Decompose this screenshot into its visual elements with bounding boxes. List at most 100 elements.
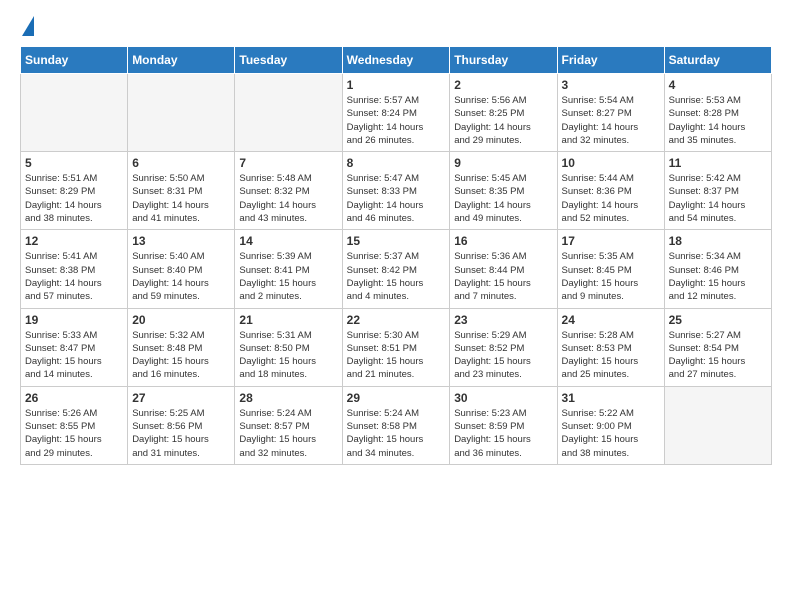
day-number: 31 [562, 391, 660, 405]
calendar-cell: 15 Sunrise: 5:37 AM Sunset: 8:42 PM Dayli… [342, 230, 450, 308]
calendar-cell: 26 Sunrise: 5:26 AM Sunset: 8:55 PM Dayli… [21, 386, 128, 464]
day-info: Sunrise: 5:27 AM Sunset: 8:54 PM Dayligh… [669, 329, 767, 382]
day-number: 20 [132, 313, 230, 327]
calendar-week-row: 26 Sunrise: 5:26 AM Sunset: 8:55 PM Dayli… [21, 386, 772, 464]
day-number: 17 [562, 234, 660, 248]
calendar-week-row: 1Sunrise: 5:57 AM Sunset: 8:24 PM Daylig… [21, 74, 772, 152]
calendar-cell: 1Sunrise: 5:57 AM Sunset: 8:24 PM Daylig… [342, 74, 450, 152]
day-number: 18 [669, 234, 767, 248]
calendar-cell: 2Sunrise: 5:56 AM Sunset: 8:25 PM Daylig… [450, 74, 557, 152]
calendar-cell: 3 Sunrise: 5:54 AM Sunset: 8:27 PM Daylig… [557, 74, 664, 152]
calendar-cell: 30 Sunrise: 5:23 AM Sunset: 8:59 PM Dayli… [450, 386, 557, 464]
calendar-cell: 25 Sunrise: 5:27 AM Sunset: 8:54 PM Dayli… [664, 308, 771, 386]
calendar-cell [128, 74, 235, 152]
calendar-header-wednesday: Wednesday [342, 47, 450, 74]
day-info: Sunrise: 5:37 AM Sunset: 8:42 PM Dayligh… [347, 250, 446, 303]
calendar-cell: 9 Sunrise: 5:45 AM Sunset: 8:35 PM Daylig… [450, 152, 557, 230]
day-info: Sunrise: 5:54 AM Sunset: 8:27 PM Dayligh… [562, 94, 660, 147]
day-info: Sunrise: 5:40 AM Sunset: 8:40 PM Dayligh… [132, 250, 230, 303]
day-number: 27 [132, 391, 230, 405]
day-info: Sunrise: 5:53 AM Sunset: 8:28 PM Dayligh… [669, 94, 767, 147]
day-number: 29 [347, 391, 446, 405]
day-number: 11 [669, 156, 767, 170]
day-info: Sunrise: 5:26 AM Sunset: 8:55 PM Dayligh… [25, 407, 123, 460]
calendar-cell [664, 386, 771, 464]
page-header [20, 20, 772, 36]
day-info: Sunrise: 5:36 AM Sunset: 8:44 PM Dayligh… [454, 250, 552, 303]
day-number: 28 [239, 391, 337, 405]
calendar-cell: 22 Sunrise: 5:30 AM Sunset: 8:51 PM Dayli… [342, 308, 450, 386]
calendar-cell: 14 Sunrise: 5:39 AM Sunset: 8:41 PM Dayli… [235, 230, 342, 308]
day-info: Sunrise: 5:48 AM Sunset: 8:32 PM Dayligh… [239, 172, 337, 225]
day-info: Sunrise: 5:42 AM Sunset: 8:37 PM Dayligh… [669, 172, 767, 225]
calendar-cell: 20 Sunrise: 5:32 AM Sunset: 8:48 PM Dayli… [128, 308, 235, 386]
day-info: Sunrise: 5:39 AM Sunset: 8:41 PM Dayligh… [239, 250, 337, 303]
day-info: Sunrise: 5:32 AM Sunset: 8:48 PM Dayligh… [132, 329, 230, 382]
calendar-week-row: 12 Sunrise: 5:41 AM Sunset: 8:38 PM Dayli… [21, 230, 772, 308]
day-info: Sunrise: 5:28 AM Sunset: 8:53 PM Dayligh… [562, 329, 660, 382]
day-number: 10 [562, 156, 660, 170]
day-number: 21 [239, 313, 337, 327]
calendar-cell: 21 Sunrise: 5:31 AM Sunset: 8:50 PM Dayli… [235, 308, 342, 386]
day-info: Sunrise: 5:23 AM Sunset: 8:59 PM Dayligh… [454, 407, 552, 460]
day-info: Sunrise: 5:25 AM Sunset: 8:56 PM Dayligh… [132, 407, 230, 460]
day-info: Sunrise: 5:30 AM Sunset: 8:51 PM Dayligh… [347, 329, 446, 382]
day-number: 22 [347, 313, 446, 327]
day-number: 4 [669, 78, 767, 92]
calendar-cell: 8 Sunrise: 5:47 AM Sunset: 8:33 PM Daylig… [342, 152, 450, 230]
logo-triangle-icon [22, 16, 34, 36]
calendar-header-monday: Monday [128, 47, 235, 74]
day-number: 16 [454, 234, 552, 248]
day-info: Sunrise: 5:24 AM Sunset: 8:58 PM Dayligh… [347, 407, 446, 460]
day-info: Sunrise: 5:47 AM Sunset: 8:33 PM Dayligh… [347, 172, 446, 225]
calendar-cell: 16 Sunrise: 5:36 AM Sunset: 8:44 PM Dayli… [450, 230, 557, 308]
calendar-cell: 19Sunrise: 5:33 AM Sunset: 8:47 PM Dayli… [21, 308, 128, 386]
day-number: 13 [132, 234, 230, 248]
calendar-cell [21, 74, 128, 152]
calendar-cell: 10Sunrise: 5:44 AM Sunset: 8:36 PM Dayli… [557, 152, 664, 230]
calendar-week-row: 5Sunrise: 5:51 AM Sunset: 8:29 PM Daylig… [21, 152, 772, 230]
calendar-header-sunday: Sunday [21, 47, 128, 74]
day-number: 15 [347, 234, 446, 248]
day-info: Sunrise: 5:34 AM Sunset: 8:46 PM Dayligh… [669, 250, 767, 303]
calendar-header-friday: Friday [557, 47, 664, 74]
day-info: Sunrise: 5:24 AM Sunset: 8:57 PM Dayligh… [239, 407, 337, 460]
calendar-week-row: 19Sunrise: 5:33 AM Sunset: 8:47 PM Dayli… [21, 308, 772, 386]
calendar-cell: 5Sunrise: 5:51 AM Sunset: 8:29 PM Daylig… [21, 152, 128, 230]
day-number: 8 [347, 156, 446, 170]
logo [20, 20, 34, 36]
calendar-cell: 29 Sunrise: 5:24 AM Sunset: 8:58 PM Dayli… [342, 386, 450, 464]
calendar-header-tuesday: Tuesday [235, 47, 342, 74]
day-number: 25 [669, 313, 767, 327]
calendar-cell: 28 Sunrise: 5:24 AM Sunset: 8:57 PM Dayli… [235, 386, 342, 464]
day-number: 23 [454, 313, 552, 327]
day-number: 14 [239, 234, 337, 248]
day-info: Sunrise: 5:31 AM Sunset: 8:50 PM Dayligh… [239, 329, 337, 382]
day-info: Sunrise: 5:29 AM Sunset: 8:52 PM Dayligh… [454, 329, 552, 382]
day-info: Sunrise: 5:35 AM Sunset: 8:45 PM Dayligh… [562, 250, 660, 303]
calendar-header-row: SundayMondayTuesdayWednesdayThursdayFrid… [21, 47, 772, 74]
calendar-header-saturday: Saturday [664, 47, 771, 74]
calendar-cell: 17 Sunrise: 5:35 AM Sunset: 8:45 PM Dayli… [557, 230, 664, 308]
calendar-cell: 24 Sunrise: 5:28 AM Sunset: 8:53 PM Dayli… [557, 308, 664, 386]
day-number: 7 [239, 156, 337, 170]
day-number: 26 [25, 391, 123, 405]
day-number: 6 [132, 156, 230, 170]
day-number: 9 [454, 156, 552, 170]
day-number: 30 [454, 391, 552, 405]
calendar-cell: 18 Sunrise: 5:34 AM Sunset: 8:46 PM Dayli… [664, 230, 771, 308]
calendar-header-thursday: Thursday [450, 47, 557, 74]
calendar-cell: 13 Sunrise: 5:40 AM Sunset: 8:40 PM Dayli… [128, 230, 235, 308]
day-info: Sunrise: 5:41 AM Sunset: 8:38 PM Dayligh… [25, 250, 123, 303]
calendar-cell: 6Sunrise: 5:50 AM Sunset: 8:31 PM Daylig… [128, 152, 235, 230]
calendar-table: SundayMondayTuesdayWednesdayThursdayFrid… [20, 46, 772, 465]
day-info: Sunrise: 5:45 AM Sunset: 8:35 PM Dayligh… [454, 172, 552, 225]
day-number: 12 [25, 234, 123, 248]
day-number: 24 [562, 313, 660, 327]
calendar-cell: 7 Sunrise: 5:48 AM Sunset: 8:32 PM Daylig… [235, 152, 342, 230]
day-number: 3 [562, 78, 660, 92]
calendar-cell [235, 74, 342, 152]
calendar-cell: 23 Sunrise: 5:29 AM Sunset: 8:52 PM Dayli… [450, 308, 557, 386]
calendar-cell: 11 Sunrise: 5:42 AM Sunset: 8:37 PM Dayli… [664, 152, 771, 230]
day-number: 5 [25, 156, 123, 170]
